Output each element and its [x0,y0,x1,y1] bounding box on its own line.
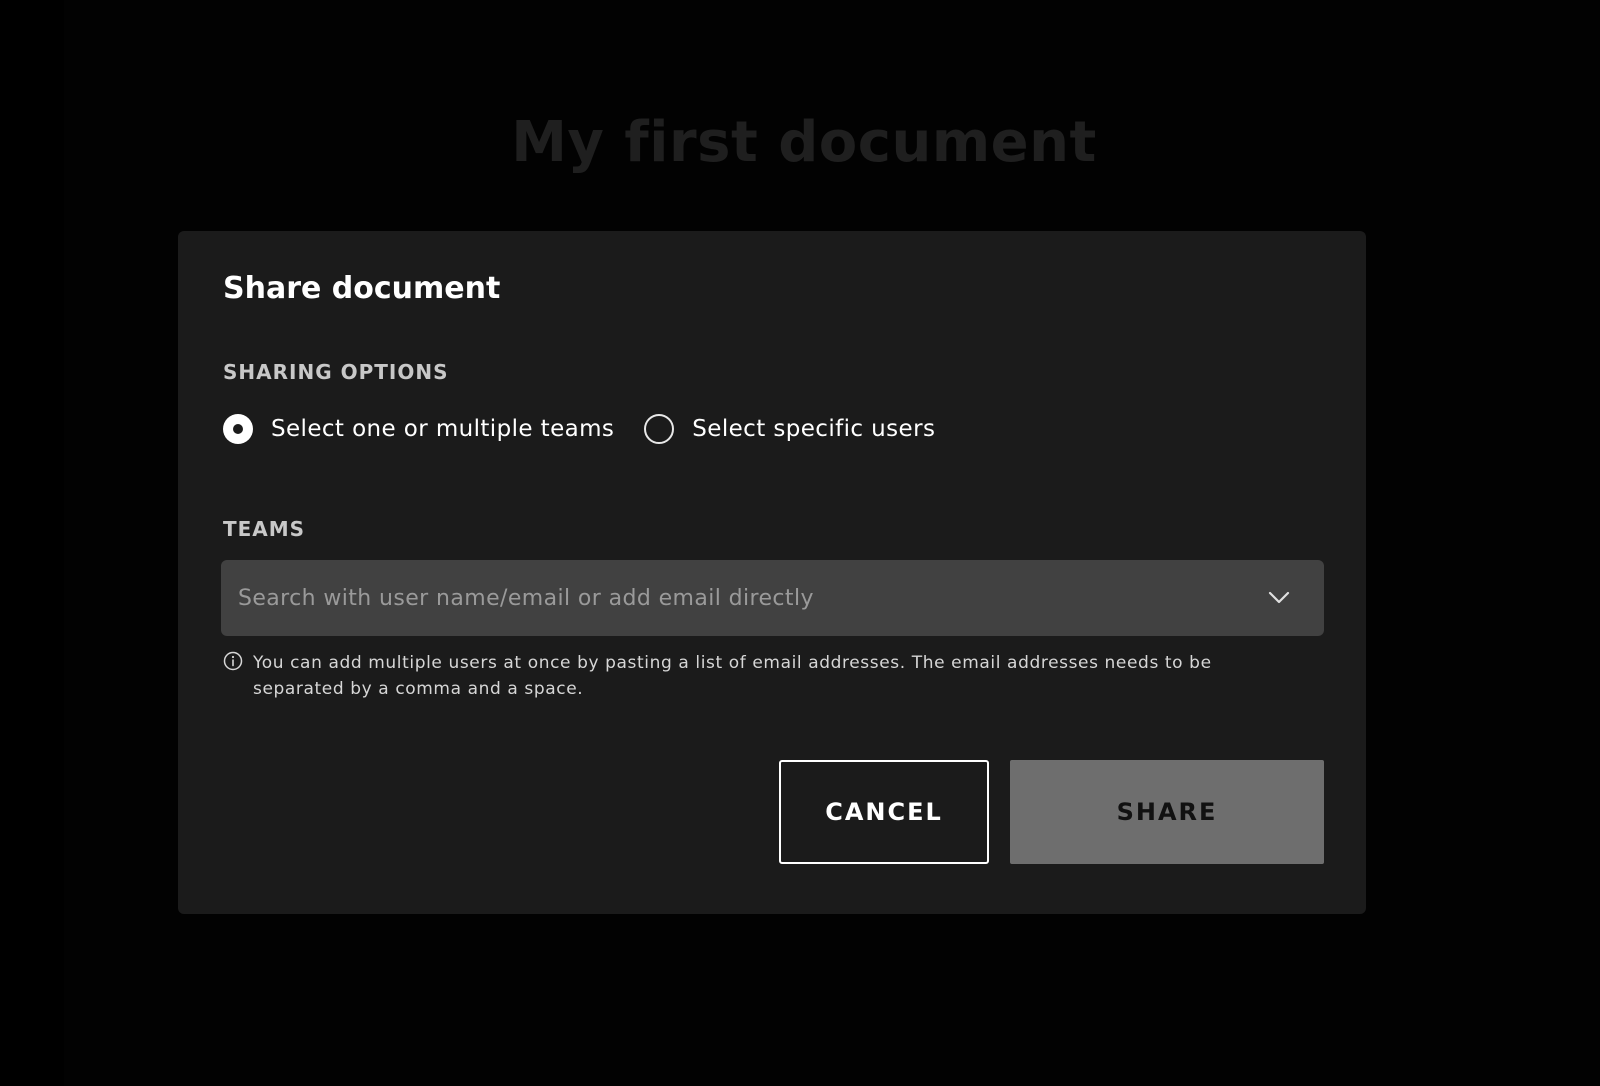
teams-search-field[interactable] [221,559,1324,637]
sharing-options-label: SHARING OPTIONS [223,360,449,384]
teams-label: TEAMS [223,517,306,541]
radio-users[interactable] [644,414,675,444]
radio-teams[interactable] [223,414,253,444]
sharing-options-group: Select one or multiple teams Select spec… [223,411,965,447]
option-teams[interactable]: Select one or multiple teams [223,414,614,444]
info-icon [223,651,243,671]
hint-text: You can add multiple users at once by pa… [253,653,1212,699]
hint: You can add multiple users at once by pa… [223,650,1283,702]
teams-search-input[interactable] [221,559,1254,637]
option-users[interactable]: Select specific users [644,414,935,444]
chevron-down-icon[interactable] [1254,573,1304,623]
document-title: My first document [511,110,1097,175]
option-teams-label: Select one or multiple teams [271,416,615,442]
dialog-title: Share document [223,271,501,306]
cancel-button[interactable]: CANCEL [779,760,989,864]
option-users-label: Select specific users [692,416,936,442]
share-button[interactable]: SHARE [1010,760,1324,864]
share-dialog: Share document SHARING OPTIONS Select on… [178,231,1366,914]
